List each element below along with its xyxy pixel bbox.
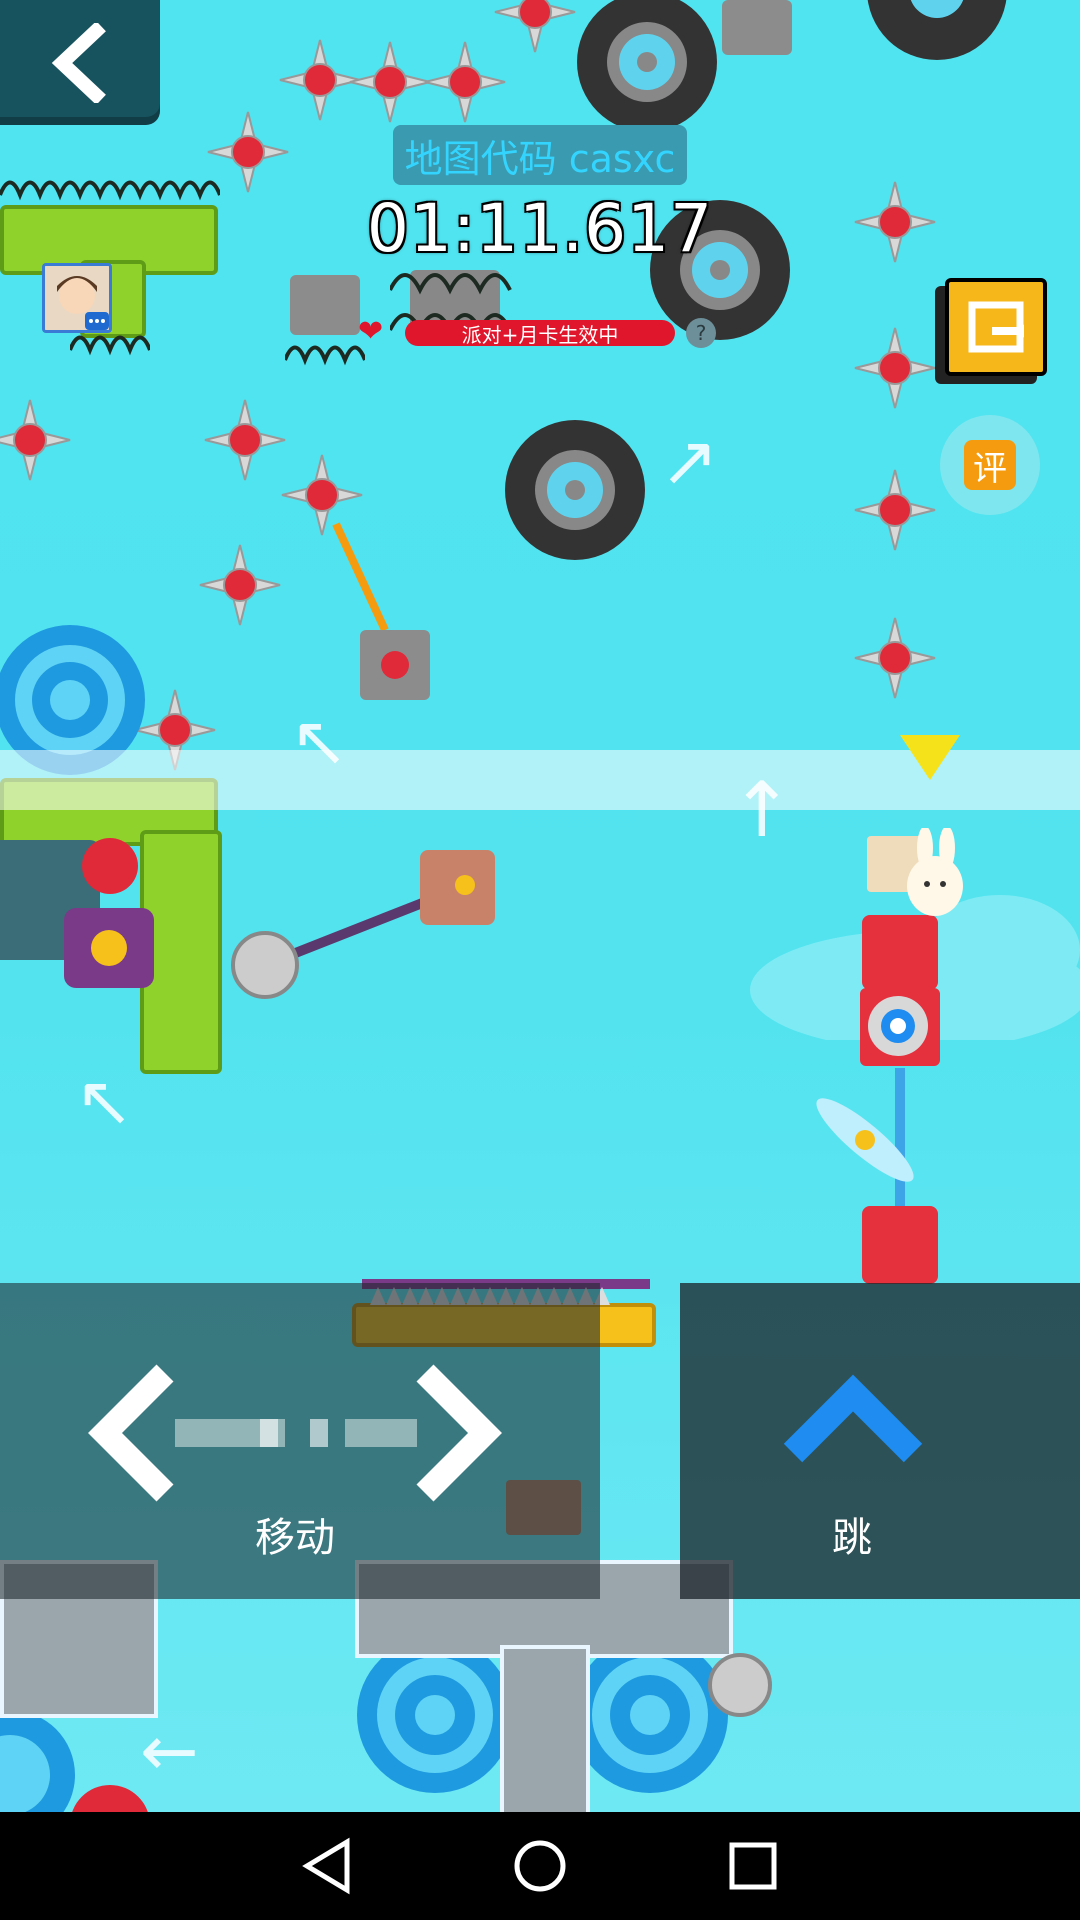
square-recents-icon[interactable] [723,1836,783,1896]
boxing-glove [70,1785,150,1812]
review-label: 评 [964,440,1016,490]
swirl-portal [357,1637,513,1793]
exit-button[interactable] [945,278,1047,376]
goal-marker-icon [900,735,960,780]
arrow-up-left-icon: ↖ [75,1060,134,1142]
move-arrows-icon [88,1364,502,1502]
gear-block [860,988,940,1066]
avatar[interactable] [42,263,112,333]
heart-icon: ❤ [358,314,384,349]
arrow-left-icon: ← [140,1710,199,1792]
pendulum-hammer [332,522,430,700]
jump-label: 跳 [832,1515,872,1561]
tire-obstacle [577,0,717,130]
party-status-bar: 派对+月卡生效中 [405,320,675,347]
chevron-up-icon [783,1374,923,1463]
swirl-portal [0,1710,75,1812]
red-block [862,915,938,990]
review-button[interactable]: 评 [940,415,1040,515]
tire-obstacle [867,0,1007,60]
avatar-image [45,266,109,330]
arrow-up-right-icon: ↗ [660,420,719,502]
jump-button[interactable]: 跳 [680,1283,1080,1599]
chain-sawblade [231,850,495,999]
system-nav-bar [0,1812,1080,1920]
spike-mines [0,0,936,771]
move-label: 移动 [255,1515,335,1561]
red-block [862,1206,938,1284]
chain-sawblade [708,1653,772,1717]
chevron-left-icon [51,22,106,103]
triangle-back-icon[interactable] [297,1836,357,1896]
race-timer: 01:11.617 [366,190,714,267]
propeller [816,1098,914,1182]
tire-obstacle [505,420,645,560]
player-rabbit [867,828,963,916]
move-control-pad[interactable]: 移动 [0,1283,600,1599]
boxing-glove-launcher [64,838,154,988]
exit-icon [968,301,1024,353]
circle-home-icon[interactable] [510,1836,570,1896]
ice-pillar [500,1645,590,1812]
map-code-label: 地图代码 casxc [393,125,687,185]
game-scene: ↗ ↖ ↑ ↖ ← [0,0,1080,1812]
help-icon[interactable]: ? [686,318,716,348]
back-button[interactable] [0,0,160,125]
